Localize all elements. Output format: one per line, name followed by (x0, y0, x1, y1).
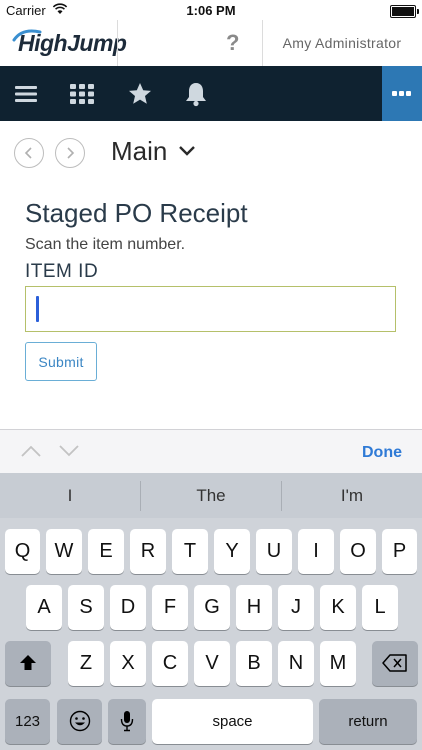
text-cursor (36, 296, 39, 322)
key[interactable]: M (320, 641, 356, 686)
app-header: HighJump ? Amy Administrator (0, 20, 422, 67)
shift-key[interactable] (5, 641, 51, 686)
done-button[interactable]: Done (362, 444, 402, 462)
emoji-key[interactable] (57, 699, 102, 744)
back-button[interactable] (14, 138, 44, 168)
key[interactable]: U (256, 529, 292, 574)
chevron-down-icon[interactable] (178, 145, 196, 157)
battery-icon (390, 5, 419, 18)
key[interactable]: H (236, 585, 272, 630)
return-key[interactable]: return (319, 699, 417, 744)
status-bar: Carrier 1:06 PM (0, 0, 422, 20)
key[interactable]: L (362, 585, 398, 630)
suggestion-item[interactable]: I'm (282, 473, 422, 518)
key[interactable]: F (152, 585, 188, 630)
key[interactable]: D (110, 585, 146, 630)
key[interactable]: W (46, 529, 82, 574)
chevron-left-icon (24, 147, 32, 159)
key[interactable]: Y (214, 529, 250, 574)
key[interactable]: I (298, 529, 334, 574)
notifications-bell-icon[interactable] (182, 80, 210, 108)
key[interactable]: G (194, 585, 230, 630)
key[interactable]: E (88, 529, 124, 574)
highjump-logo[interactable]: HighJump (12, 28, 127, 60)
space-key[interactable]: space (152, 699, 313, 744)
shift-arrow-icon (20, 655, 36, 670)
previous-field-icon[interactable] (20, 444, 42, 458)
hamburger-menu-icon[interactable] (12, 80, 40, 108)
key[interactable]: V (194, 641, 230, 686)
key[interactable]: J (278, 585, 314, 630)
more-dot (392, 91, 397, 96)
key[interactable]: B (236, 641, 272, 686)
instruction-text: Scan the item number. (25, 236, 186, 253)
suggestion-bar: I The I'm (0, 473, 422, 518)
key[interactable]: S (68, 585, 104, 630)
next-field-icon[interactable] (58, 444, 80, 458)
clock: 1:06 PM (186, 3, 236, 18)
item-id-label: ITEM ID (25, 261, 99, 282)
suggestion-item[interactable]: I (0, 473, 140, 518)
help-button[interactable]: ? (226, 30, 239, 56)
nav-bar (0, 66, 422, 121)
key[interactable]: O (340, 529, 376, 574)
backspace-icon (382, 654, 407, 672)
key[interactable]: N (278, 641, 314, 686)
microphone-icon (120, 711, 134, 732)
key[interactable]: X (110, 641, 146, 686)
keyboard-accessory-bar: Done (0, 429, 422, 474)
apps-grid-icon[interactable] (68, 80, 96, 108)
numbers-key[interactable]: 123 (5, 699, 50, 744)
logo-text: HighJump (18, 30, 127, 56)
suggestion-item[interactable]: The (141, 473, 281, 518)
key[interactable]: K (320, 585, 356, 630)
more-options-button[interactable] (382, 66, 422, 121)
chevron-right-icon (67, 147, 75, 159)
dictation-key[interactable] (108, 699, 146, 744)
key[interactable]: P (382, 529, 417, 574)
favorites-star-icon[interactable] (126, 80, 154, 108)
key[interactable]: R (130, 529, 166, 574)
item-id-input[interactable] (25, 286, 396, 332)
header-divider (117, 20, 118, 66)
submit-button[interactable]: Submit (25, 342, 97, 381)
page-title: Staged PO Receipt (25, 198, 248, 228)
key[interactable]: A (26, 585, 62, 630)
key[interactable]: T (172, 529, 208, 574)
on-screen-keyboard: I The I'm Q W E R T Y U I O P A S D F G … (0, 473, 422, 750)
key[interactable]: Z (68, 641, 104, 686)
menu-title-dropdown[interactable]: Main (111, 136, 167, 167)
user-name-button[interactable]: Amy Administrator (262, 35, 422, 51)
emoji-smiley-icon (69, 710, 90, 732)
forward-button[interactable] (55, 138, 85, 168)
delete-key[interactable] (372, 641, 418, 686)
more-dot (406, 91, 411, 96)
key[interactable]: C (152, 641, 188, 686)
more-dot (399, 91, 404, 96)
key[interactable]: Q (5, 529, 40, 574)
